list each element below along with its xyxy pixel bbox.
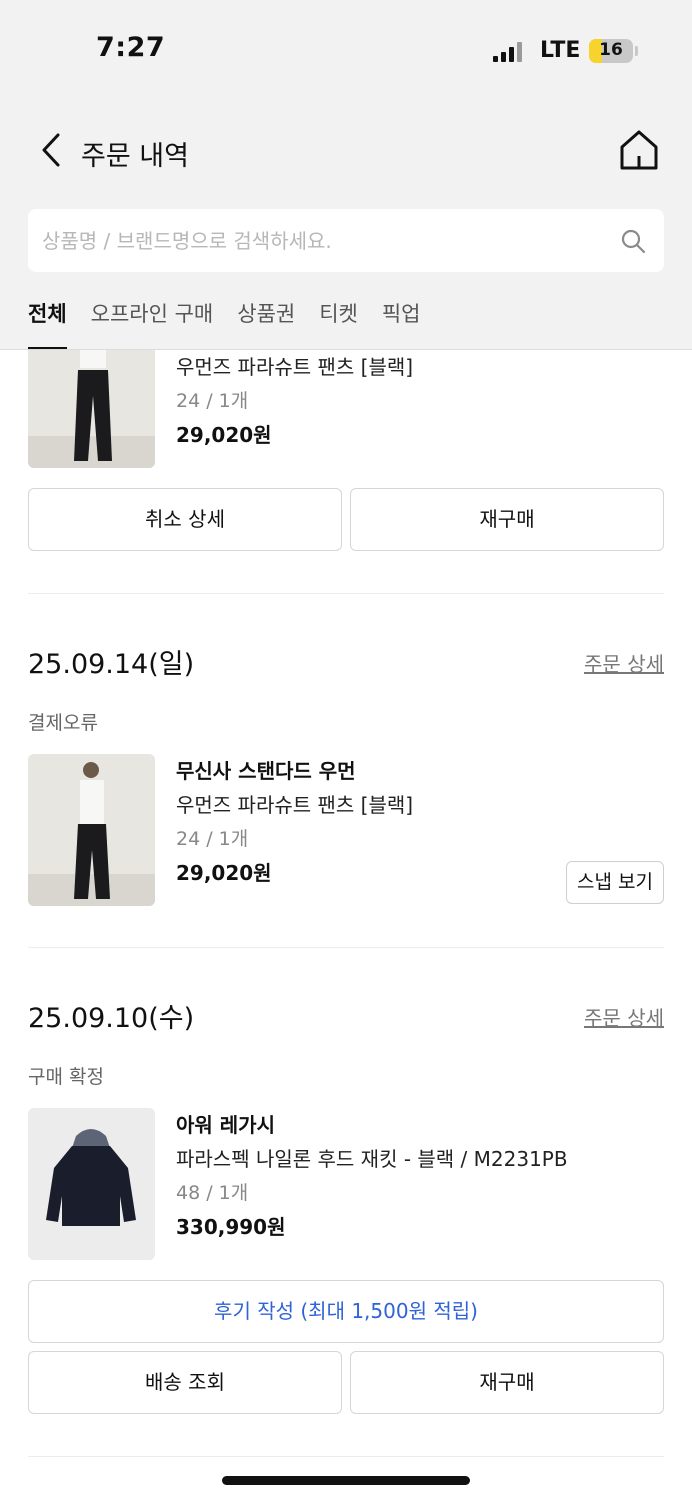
order-detail-link[interactable]: 주문 상세 bbox=[584, 1002, 664, 1031]
order-status: 결제오류 bbox=[28, 712, 98, 734]
search-bar bbox=[28, 209, 664, 272]
repurchase-button[interactable]: 재구매 bbox=[350, 1351, 664, 1414]
search-input[interactable] bbox=[28, 209, 608, 272]
tab-pickup[interactable]: 픽업 bbox=[382, 290, 421, 350]
cancel-detail-button[interactable]: 취소 상세 bbox=[28, 488, 342, 551]
product-image bbox=[28, 350, 155, 468]
home-button[interactable] bbox=[617, 128, 661, 172]
product-price: 330,990원 bbox=[176, 1215, 286, 1239]
product-name: 우먼즈 파라슈트 팬츠 [블랙] bbox=[176, 793, 414, 817]
product-name: 우먼즈 파라슈트 팬츠 [블랙] bbox=[176, 355, 414, 379]
order-divider bbox=[28, 1456, 664, 1457]
product-option: 24 / 1개 bbox=[176, 828, 249, 850]
status-time: 7:27 bbox=[96, 32, 166, 63]
tab-bar: 전체 오프라인 구매 상품권 티켓 픽업 bbox=[28, 290, 445, 350]
tab-giftcard[interactable]: 상품권 bbox=[237, 290, 295, 350]
signal-icon bbox=[493, 42, 522, 62]
order-divider bbox=[28, 947, 664, 948]
home-icon bbox=[620, 130, 658, 170]
battery-level: 16 bbox=[599, 40, 623, 60]
order-list: 우먼즈 파라슈트 팬츠 [블랙] 24 / 1개 29,020원 취소 상세 재… bbox=[0, 350, 692, 1500]
tab-offline[interactable]: 오프라인 구매 bbox=[91, 290, 214, 350]
write-review-button[interactable]: 후기 작성 (최대 1,500원 적립) bbox=[28, 1280, 664, 1343]
product-price: 29,020원 bbox=[176, 861, 272, 885]
track-delivery-button[interactable]: 배송 조회 bbox=[28, 1351, 342, 1414]
order-date: 25.09.14(일) bbox=[28, 649, 195, 680]
order-date: 25.09.10(수) bbox=[28, 1003, 195, 1034]
back-button[interactable] bbox=[34, 130, 68, 170]
brand-name: 아워 레가시 bbox=[176, 1113, 275, 1137]
product-price: 29,020원 bbox=[176, 423, 272, 447]
battery-icon: 16 bbox=[589, 39, 633, 63]
order-item[interactable]: 우먼즈 파라슈트 팬츠 [블랙] 24 / 1개 29,020원 bbox=[28, 350, 664, 468]
search-icon[interactable] bbox=[620, 228, 646, 254]
product-option: 48 / 1개 bbox=[176, 1182, 249, 1204]
top-bar: 7:27 LTE 16 주문 내역 전체 오프라인 구매 상품권 티켓 픽업 bbox=[0, 0, 692, 350]
product-image bbox=[28, 754, 155, 906]
page-title: 주문 내역 bbox=[81, 141, 189, 172]
product-name: 파라스펙 나일론 후드 재킷 - 블랙 / M2231PB bbox=[176, 1147, 568, 1171]
product-image bbox=[28, 1108, 155, 1260]
order-divider bbox=[28, 593, 664, 594]
brand-name: 무신사 스탠다드 우먼 bbox=[176, 759, 356, 783]
order-item[interactable]: 무신사 스탠다드 우먼 우먼즈 파라슈트 팬츠 [블랙] 24 / 1개 29,… bbox=[28, 754, 664, 906]
network-type: LTE bbox=[540, 38, 581, 63]
order-item[interactable]: 아워 레가시 파라스펙 나일론 후드 재킷 - 블랙 / M2231PB 48 … bbox=[28, 1108, 664, 1260]
order-detail-link[interactable]: 주문 상세 bbox=[584, 648, 664, 677]
snap-view-button[interactable]: 스냅 보기 bbox=[566, 861, 664, 904]
repurchase-button[interactable]: 재구매 bbox=[350, 488, 664, 551]
tab-ticket[interactable]: 티켓 bbox=[319, 290, 358, 350]
home-indicator bbox=[222, 1476, 470, 1485]
order-status: 구매 확정 bbox=[28, 1066, 104, 1088]
chevron-left-icon bbox=[42, 133, 60, 167]
product-option: 24 / 1개 bbox=[176, 390, 249, 412]
tab-all[interactable]: 전체 bbox=[28, 290, 67, 350]
battery-tip bbox=[635, 46, 638, 56]
